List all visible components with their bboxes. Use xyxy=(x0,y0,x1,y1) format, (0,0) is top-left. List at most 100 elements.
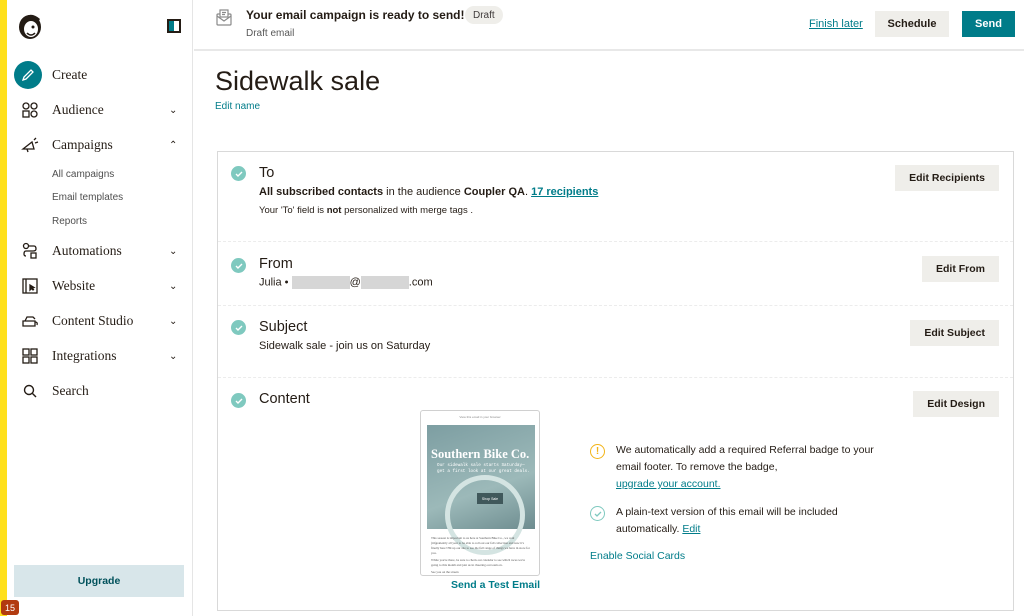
send-test-email-link[interactable]: Send a Test Email xyxy=(451,579,540,591)
section-title: To xyxy=(259,165,275,181)
referral-notice: We automatically add a required Referral… xyxy=(616,442,896,493)
preview-shop-button: Shop Sale xyxy=(477,493,503,504)
envelope-icon xyxy=(216,9,232,26)
status-title: Your email campaign is ready to send! xyxy=(246,8,465,22)
automation-icon xyxy=(21,242,39,260)
plaintext-notice: A plain-text version of this email will … xyxy=(616,504,886,538)
sidebar-item-audience[interactable]: Audience ⌄ xyxy=(7,95,193,125)
from-name: Julia • xyxy=(259,276,289,289)
to-summary: All subscribed contacts in the audience … xyxy=(259,186,598,198)
sidebar-item-label: Integrations xyxy=(52,348,117,363)
sidebar-item-label: Campaigns xyxy=(52,137,113,152)
chevron-up-icon[interactable]: ⌃ xyxy=(169,140,177,151)
edit-name-link[interactable]: Edit name xyxy=(215,101,260,112)
edit-from-button[interactable]: Edit From xyxy=(922,256,999,282)
note-text: personalized with merge tags . xyxy=(341,205,473,216)
chevron-down-icon[interactable]: ⌄ xyxy=(169,316,177,327)
edit-subject-button[interactable]: Edit Subject xyxy=(910,320,999,346)
tagline-line: Our sidewalk sale starts Saturday— xyxy=(437,463,525,468)
edit-plaintext-link[interactable]: Edit xyxy=(682,523,700,535)
campaign-checklist: To All subscribed contacts in the audien… xyxy=(217,151,1014,611)
note-text: Your 'To' field is xyxy=(259,205,327,216)
sidebar-item-automations[interactable]: Automations ⌄ xyxy=(7,236,193,266)
section-title: Content xyxy=(259,391,310,407)
upgrade-account-link[interactable]: upgrade your account. xyxy=(616,478,721,490)
check-icon xyxy=(231,320,246,335)
finish-later-link[interactable]: Finish later xyxy=(809,18,863,30)
sidebar-item-label: Search xyxy=(52,383,89,398)
send-button[interactable]: Send xyxy=(962,11,1015,37)
chevron-down-icon[interactable]: ⌄ xyxy=(169,105,177,116)
sidebar: Create Audience ⌄ Campaigns ⌃ All campai… xyxy=(7,0,193,616)
chevron-down-icon[interactable]: ⌄ xyxy=(169,246,177,257)
edit-recipients-button[interactable]: Edit Recipients xyxy=(895,165,999,191)
campaign-header: Your email campaign is ready to send! Dr… xyxy=(194,0,1024,51)
email-preview[interactable]: View this email in your browser Southern… xyxy=(420,410,540,576)
audience-text: in the audience xyxy=(383,186,464,198)
chevron-down-icon[interactable]: ⌄ xyxy=(169,351,177,362)
search-icon xyxy=(21,382,39,400)
domain-suffix: .com xyxy=(408,276,433,289)
preview-browser-link: View this email in your browser xyxy=(459,415,501,419)
preview-paragraph: While you're there, be sure to check our… xyxy=(431,558,526,567)
tagline-line: get a first look at our great deals. xyxy=(437,469,530,474)
from-section: From Julia • @ .com Edit From xyxy=(218,242,1013,306)
campaign-type: Draft email xyxy=(246,28,295,39)
section-title: From xyxy=(259,256,293,272)
page-title: Sidewalk sale xyxy=(215,66,381,96)
upgrade-button[interactable]: Upgrade xyxy=(14,565,184,597)
preview-body: This season is important to us here at S… xyxy=(431,536,531,575)
grid-icon xyxy=(21,347,39,365)
collapse-sidebar-icon[interactable] xyxy=(167,19,181,33)
accent-bar xyxy=(0,0,7,616)
notice-text: We automatically add a required Referral… xyxy=(616,444,874,473)
redacted-text xyxy=(291,276,350,289)
from-address: Julia • @ .com xyxy=(259,276,433,289)
sidebar-subitem-email-templates[interactable]: Email templates xyxy=(52,192,123,203)
content-section: Content Edit Design ! We automatically a… xyxy=(218,378,1013,611)
check-circle-icon xyxy=(590,506,605,521)
sidebar-item-label: Audience xyxy=(52,102,104,117)
audience-name: Coupler QA xyxy=(463,186,525,198)
redacted-text xyxy=(360,276,409,289)
mailchimp-logo[interactable] xyxy=(15,10,45,42)
check-icon xyxy=(231,393,246,408)
sidebar-subitem-reports[interactable]: Reports xyxy=(52,216,87,227)
notification-badge[interactable]: 15 xyxy=(1,600,19,615)
sidebar-subitem-all-campaigns[interactable]: All campaigns xyxy=(52,169,114,180)
sidebar-item-search[interactable]: Search xyxy=(7,376,193,406)
audience-icon xyxy=(21,101,39,119)
status-badge: Draft xyxy=(465,6,503,24)
check-icon xyxy=(231,166,246,181)
sidebar-item-create[interactable]: Create xyxy=(7,60,193,90)
preview-paragraph: See you on the streets xyxy=(431,570,459,574)
preview-brand: Southern Bike Co. xyxy=(431,447,530,461)
preview-paragraph: This season is important to us here at S… xyxy=(431,536,530,555)
sidebar-item-website[interactable]: Website ⌄ xyxy=(7,271,193,301)
section-title: Subject xyxy=(259,319,308,335)
warning-icon: ! xyxy=(590,444,605,459)
content-studio-icon xyxy=(21,312,39,330)
sidebar-item-integrations[interactable]: Integrations ⌄ xyxy=(7,341,193,371)
chevron-down-icon[interactable]: ⌄ xyxy=(169,281,177,292)
sidebar-item-content-studio[interactable]: Content Studio ⌄ xyxy=(7,306,193,336)
preview-hero-image: Southern Bike Co. Our sidewalk sale star… xyxy=(427,425,535,555)
to-section: To All subscribed contacts in the audien… xyxy=(218,152,1013,242)
sidebar-item-label: Content Studio xyxy=(52,313,134,328)
schedule-button[interactable]: Schedule xyxy=(875,11,949,37)
check-icon xyxy=(231,258,246,273)
website-icon xyxy=(21,277,39,295)
edit-design-button[interactable]: Edit Design xyxy=(913,391,999,417)
notice-text: A plain-text version of this email will … xyxy=(616,506,838,535)
enable-social-cards-link[interactable]: Enable Social Cards xyxy=(590,550,685,562)
pencil-icon xyxy=(14,61,42,89)
subject-line: Sidewalk sale - join us on Saturday xyxy=(259,340,431,352)
sidebar-item-label: Automations xyxy=(52,243,122,258)
audience-segment: All subscribed contacts xyxy=(259,186,384,198)
sidebar-item-label: Website xyxy=(52,278,96,293)
preview-tagline: Our sidewalk sale starts Saturday— get a… xyxy=(437,463,530,475)
merge-tag-note: Your 'To' field is not personalized with… xyxy=(259,205,473,216)
recipients-link[interactable]: 17 recipients xyxy=(531,186,598,198)
megaphone-icon xyxy=(21,136,39,154)
sidebar-item-campaigns[interactable]: Campaigns ⌃ xyxy=(7,130,193,160)
